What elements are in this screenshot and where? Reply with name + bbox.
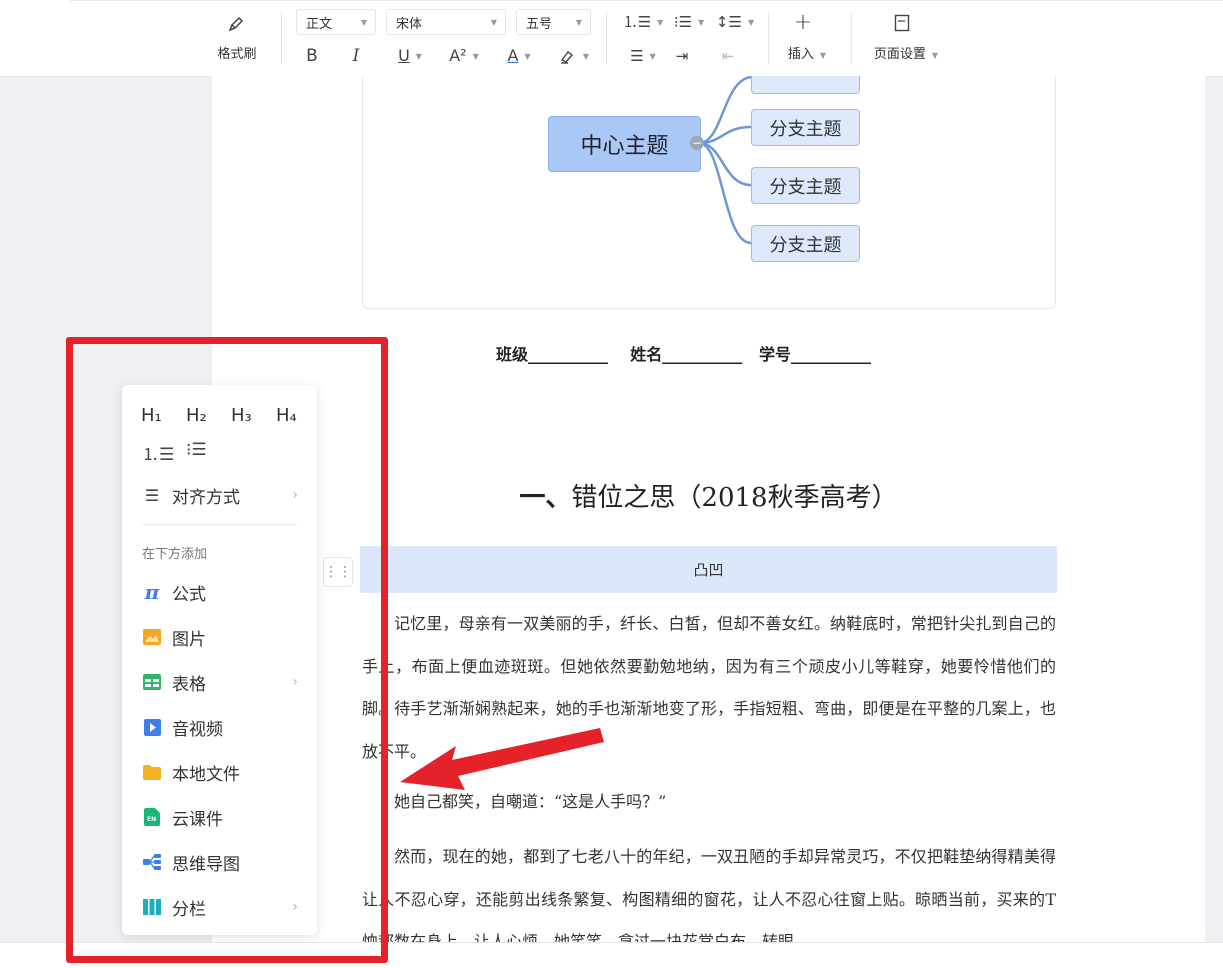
insert-courseware-item[interactable]: EN 云课件 (142, 802, 302, 832)
courseware-icon: EN (142, 808, 162, 826)
format-painter-label[interactable]: 格式刷 (208, 43, 266, 62)
chevron-down-icon: ▼ (490, 17, 497, 27)
insert-mindmap-item[interactable]: 思维导图 (142, 847, 302, 877)
menu-item-label: 云课件 (172, 809, 223, 830)
align-menu-item[interactable]: ☰ 对齐方式 › (142, 480, 302, 510)
mindmap-block[interactable]: 中心主题 − 分支主题 分支主题 分支主题 (362, 76, 1056, 309)
toolbar-divider (851, 12, 852, 64)
page-setup-icon[interactable] (890, 10, 914, 36)
status-bar (0, 942, 1223, 968)
heading-4-button[interactable]: H₄ (276, 405, 297, 426)
toolbar-divider (281, 12, 282, 64)
insert-formula-item[interactable]: π 公式 (142, 577, 302, 607)
toolbar-divider (606, 12, 607, 64)
highlight-icon[interactable]: ▼ (554, 44, 594, 68)
chevron-down-icon: ▼ (360, 17, 367, 27)
align-icon[interactable]: ☰ ▼ (624, 44, 662, 68)
toolbar-divider (768, 12, 769, 64)
insert-local-file-item[interactable]: 本地文件 (142, 757, 302, 787)
heading-text: 错位之思（2018秋季高考） (571, 483, 898, 513)
folder-icon (142, 763, 162, 781)
menu-item-label: 公式 (172, 584, 206, 605)
table-icon (142, 673, 162, 691)
menu-item-label: 图片 (172, 629, 206, 650)
menu-item-label: 分栏 (172, 899, 206, 920)
underline-icon[interactable]: U ▼ (389, 44, 431, 68)
pi-icon: π (144, 580, 160, 604)
font-family-value: 宋体 (396, 16, 423, 32)
paragraph[interactable]: 然而，现在的她，都到了七老八十的年纪，一双丑陋的手却异常灵巧，不仅把鞋垫纳得精美… (362, 836, 1056, 942)
chevron-right-icon: › (292, 487, 298, 503)
video-icon (142, 718, 162, 736)
paragraph-style-value: 正文 (306, 16, 333, 32)
insert-table-item[interactable]: 表格 › (142, 667, 302, 697)
mindmap-branch-topic[interactable]: 分支主题 (751, 167, 860, 204)
unordered-list-icon[interactable]: ⁝☰ ▼ (670, 10, 708, 34)
format-painter-icon[interactable] (222, 10, 252, 36)
line-spacing-icon[interactable]: ↕☰ ▼ (716, 10, 754, 34)
align-label: 对齐方式 (172, 487, 240, 508)
menu-item-label: 音视频 (172, 719, 223, 740)
bold-icon[interactable]: B (300, 44, 324, 68)
heading-2-button[interactable]: H₂ (186, 405, 207, 426)
heading-1-button[interactable]: H₁ (141, 405, 162, 426)
font-color-icon[interactable]: A ▼ (500, 44, 538, 68)
collapse-icon[interactable]: − (690, 136, 704, 150)
paragraph[interactable]: 她自己都笑，自嘲道：“这是人手吗？” (362, 781, 1056, 824)
chevron-right-icon: › (292, 674, 298, 690)
heading-3-button[interactable]: H₃ (231, 405, 252, 426)
insert-label: 插入 (787, 47, 814, 62)
chevron-right-icon: › (292, 899, 298, 915)
editor-toolbar: 格式刷 正文 ▼ 宋体 ▼ 五号 ▼ B I U ▼ A² ▼ A ▼ ▼ ⒈☰ ▼ ⁝… (0, 0, 1223, 77)
font-size-select[interactable]: 五号 ▼ (516, 9, 591, 35)
menu-item-label: 本地文件 (172, 764, 240, 785)
student-info-line[interactable]: 班级__________ 姓名__________ 学号__________ (496, 341, 871, 365)
mindmap-branch-partial[interactable] (751, 76, 860, 94)
columns-icon (142, 898, 162, 916)
heading-prefix: 一、 (519, 483, 572, 513)
superscript-icon[interactable]: A² ▼ (445, 44, 483, 68)
mindmap-branch-topic[interactable]: 分支主题 (751, 109, 860, 146)
menu-section-title: 在下方添加 (142, 547, 208, 562)
insert-image-item[interactable]: 图片 (142, 622, 302, 652)
menu-item-label: 思维导图 (172, 854, 240, 875)
table-cell[interactable]: 凸凹 (360, 546, 1057, 593)
outdent-icon[interactable]: ⇤ (716, 44, 740, 68)
mindmap-connectors (698, 76, 752, 245)
unordered-list-icon[interactable]: ⁝☰ (186, 440, 207, 460)
mindmap-icon (142, 853, 162, 871)
ordered-list-icon[interactable]: ⒈☰ (142, 440, 174, 465)
chevron-down-icon: ▼ (575, 17, 582, 27)
mindmap-center-topic[interactable]: 中心主题 (548, 116, 701, 172)
image-icon (142, 628, 162, 646)
page-setup-menu[interactable]: 页面设置 ▼ (866, 43, 946, 62)
align-icon: ☰ (144, 485, 160, 505)
ordered-list-icon[interactable]: ⒈☰ ▼ (623, 10, 664, 34)
paragraph-style-select[interactable]: 正文 ▼ (296, 9, 376, 35)
mindmap-branch-topic[interactable]: 分支主题 (751, 225, 860, 262)
svg-text:EN: EN (147, 816, 156, 823)
font-family-select[interactable]: 宋体 ▼ (386, 9, 506, 35)
paragraph[interactable]: 记忆里，母亲有一双美丽的手，纤长、白皙，但却不善女红。纳鞋底时，常把针尖扎到自己… (362, 603, 1056, 773)
toolbar-top-border (70, 0, 1223, 1)
insert-video-item[interactable]: 音视频 (142, 712, 302, 742)
insert-columns-item[interactable]: 分栏 › (142, 892, 302, 922)
menu-item-label: 表格 (172, 674, 206, 695)
plus-icon[interactable]: + (790, 10, 816, 36)
section-heading[interactable]: 一、错位之思（2018秋季高考） (212, 477, 1205, 514)
italic-icon[interactable]: I (344, 44, 368, 68)
menu-divider (142, 524, 297, 525)
font-size-value: 五号 (526, 16, 553, 32)
document-page[interactable]: 中心主题 − 分支主题 分支主题 分支主题 班级__________ 姓名___… (212, 76, 1205, 942)
insert-menu[interactable]: 插入 ▼ (780, 43, 834, 62)
indent-icon[interactable]: ⇥ (670, 44, 694, 68)
drag-handle-icon[interactable]: ⋮⋮ (323, 557, 353, 587)
page-setup-label: 页面设置 (873, 47, 926, 62)
block-context-menu: H₁ H₂ H₃ H₄ ⒈☰ ⁝☰ ☰ 对齐方式 › 在下方添加 π 公式 图片… (122, 385, 317, 935)
